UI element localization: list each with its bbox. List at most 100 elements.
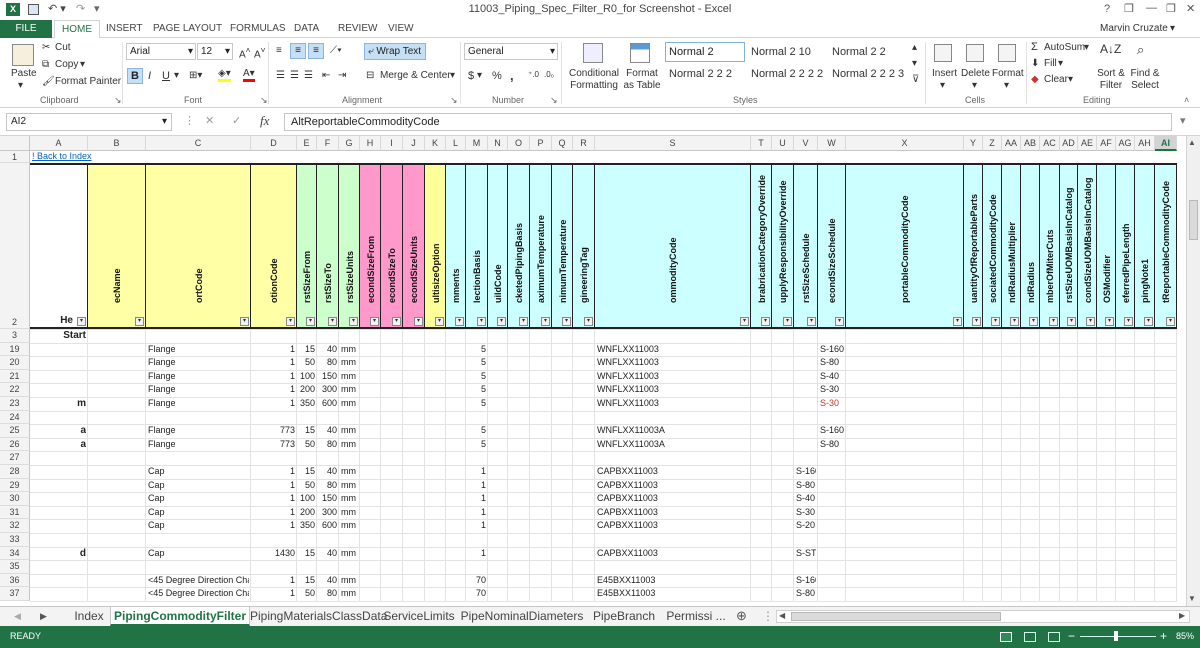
scroll-down-icon[interactable]: ▼	[1188, 594, 1196, 603]
cell-first-size-to[interactable]: 600	[319, 520, 337, 531]
column-header-h[interactable]: H	[360, 136, 381, 151]
expand-formula-bar-icon[interactable]: ▾	[1180, 114, 1186, 127]
cell-first-size-units[interactable]: mm	[341, 439, 358, 450]
row-header[interactable]: 36	[0, 573, 30, 588]
header-cell-h[interactable]: econdSizeFrom ▾	[360, 165, 381, 327]
cell-first-size-to[interactable]: 80	[319, 480, 337, 491]
cell-first-size-schedule[interactable]: S-30	[796, 507, 816, 518]
cell-first-size-to[interactable]: 40	[319, 548, 337, 559]
sheet-tab-0[interactable]: Index	[68, 607, 110, 626]
maximize-button[interactable]: ❐	[1166, 2, 1176, 15]
cell-option-code[interactable]: 1	[253, 344, 295, 355]
add-sheet-icon[interactable]: ⊕	[736, 607, 747, 626]
header-cell-v[interactable]: rstSizeSchedule ▾	[794, 165, 818, 327]
style-normal-2-2-2[interactable]: Normal 2 2 2	[669, 68, 732, 80]
filter-dropdown-icon[interactable]: ▾	[240, 317, 249, 326]
column-header-j[interactable]: J	[403, 136, 425, 151]
cell-option-code[interactable]: 1	[253, 520, 295, 531]
underline-dropdown-icon[interactable]: ▾	[174, 70, 179, 81]
header-cell-m[interactable]: lectionBasis ▾	[466, 165, 488, 327]
cell-first-size-to[interactable]: 300	[319, 384, 337, 395]
column-header-q[interactable]: Q	[552, 136, 573, 151]
cell-commodity-code[interactable]: WNFLXX11003A	[597, 425, 749, 436]
header-cell-ah[interactable]: pingNote1 ▾	[1135, 165, 1155, 327]
cell-selection-basis[interactable]: 70	[468, 575, 486, 586]
cell-first-size-schedule[interactable]: S-STD	[796, 548, 816, 559]
cell-first-size-to[interactable]: 600	[319, 398, 337, 409]
header-cell-q[interactable]: nimumTemperature ▾	[552, 165, 573, 327]
header-cell-b[interactable]: ecName ▾	[88, 165, 146, 327]
cell-first-size-from[interactable]: 50	[299, 480, 315, 491]
delete-cells-button[interactable]: Delete	[961, 68, 990, 79]
filter-dropdown-icon[interactable]: ▾	[392, 317, 401, 326]
vertical-scrollbar[interactable]: ▲ ▼	[1186, 136, 1200, 606]
style-normal-2-10[interactable]: Normal 2 10	[751, 46, 811, 58]
select-all-corner[interactable]	[0, 136, 30, 151]
header-cell-ab[interactable]: ndRadius ▾	[1021, 165, 1040, 327]
cancel-entry-icon[interactable]: ✕	[205, 114, 214, 127]
styles-scroll-down-icon[interactable]: ▾	[912, 58, 917, 69]
align-bottom-icon[interactable]: ≡	[308, 43, 324, 59]
cell-spec-name[interactable]: m	[32, 398, 86, 409]
column-header-ac[interactable]: AC	[1040, 136, 1060, 151]
page-layout-view-icon[interactable]	[1024, 632, 1036, 642]
column-header-k[interactable]: K	[425, 136, 446, 151]
decrease-decimal-icon[interactable]: .0₀	[544, 70, 554, 79]
row-header[interactable]: 33	[0, 533, 30, 547]
sheet-tab-4[interactable]: PipeNominalDiameters	[460, 607, 584, 626]
column-header-u[interactable]: U	[772, 136, 794, 151]
cell-part-name[interactable]: Flange	[148, 344, 249, 355]
insert-function-button[interactable]: fx	[260, 113, 269, 129]
conditional-formatting-button[interactable]: Conditional Formatting	[566, 68, 622, 92]
collapse-ribbon-icon[interactable]: ˄	[1184, 95, 1189, 105]
clear-icon[interactable]: ◆	[1031, 74, 1039, 85]
autosum-icon[interactable]: Σ	[1031, 41, 1038, 53]
align-middle-icon[interactable]: ≡	[290, 43, 306, 59]
row-header[interactable]: 34	[0, 546, 30, 561]
column-header-v[interactable]: V	[794, 136, 818, 151]
cell-option-code[interactable]: 1	[253, 384, 295, 395]
cell-commodity-code[interactable]: E45BXX11003	[597, 575, 749, 586]
header-cell-w[interactable]: econdSizeSchedule ▾	[818, 165, 846, 327]
cell-first-size-units[interactable]: mm	[341, 371, 358, 382]
cell-part-name[interactable]: <45 Degree Direction Char	[148, 575, 249, 586]
cell-option-code[interactable]: 1	[253, 588, 295, 599]
column-header-b[interactable]: B	[88, 136, 146, 151]
cell-second-size-schedule[interactable]: S-40	[820, 371, 844, 382]
column-header-ai[interactable]: AI	[1155, 136, 1177, 151]
cell-selection-basis[interactable]: 5	[468, 398, 486, 409]
font-name-select[interactable]: Arial ▾	[126, 43, 196, 60]
cell-selection-basis[interactable]: 70	[468, 588, 486, 599]
column-header-a[interactable]: A	[30, 136, 88, 151]
cell-first-size-from[interactable]: 50	[299, 439, 315, 450]
cell-second-size-schedule[interactable]: S-30	[820, 398, 844, 409]
cell-first-size-from[interactable]: 350	[299, 520, 315, 531]
tab-view[interactable]: VIEW	[388, 23, 414, 34]
row-header[interactable]: 29	[0, 478, 30, 493]
normal-view-icon[interactable]	[1000, 632, 1012, 642]
increase-decimal-icon[interactable]: ⁺.0	[528, 70, 539, 79]
clear-button[interactable]: Clear	[1044, 74, 1068, 85]
cell-first-size-to[interactable]: 300	[319, 507, 337, 518]
filter-dropdown-icon[interactable]: ▾	[497, 317, 506, 326]
cell-commodity-code[interactable]: WNFLXX11003	[597, 398, 749, 409]
header-cell-aa[interactable]: ndRadiusMultiplier ▾	[1002, 165, 1021, 327]
cell-part-name[interactable]: Cap	[148, 493, 249, 504]
tab-review[interactable]: REVIEW	[338, 23, 377, 34]
help-button[interactable]: ?	[1104, 3, 1110, 15]
cell-first-size-schedule[interactable]: S-160	[796, 575, 816, 586]
sheet-tab-2[interactable]: PipingMaterialsClassData	[250, 607, 387, 626]
percent-button[interactable]: %	[492, 70, 502, 82]
cell-first-size-units[interactable]: mm	[341, 480, 358, 491]
column-header-p[interactable]: P	[530, 136, 552, 151]
cell-first-size-from[interactable]: 15	[299, 344, 315, 355]
cell-first-size-units[interactable]: mm	[341, 588, 358, 599]
row-header[interactable]: 25	[0, 424, 30, 438]
format-painter-button[interactable]: Format Painter	[55, 76, 121, 87]
filter-dropdown-icon[interactable]: ▾	[953, 317, 962, 326]
cell-first-size-from[interactable]: 350	[299, 398, 315, 409]
cell-option-code[interactable]: 773	[253, 425, 295, 436]
cell-first-size-units[interactable]: mm	[341, 344, 358, 355]
column-header-r[interactable]: R	[573, 136, 595, 151]
merge-dropdown-icon[interactable]: ▾	[450, 70, 455, 81]
